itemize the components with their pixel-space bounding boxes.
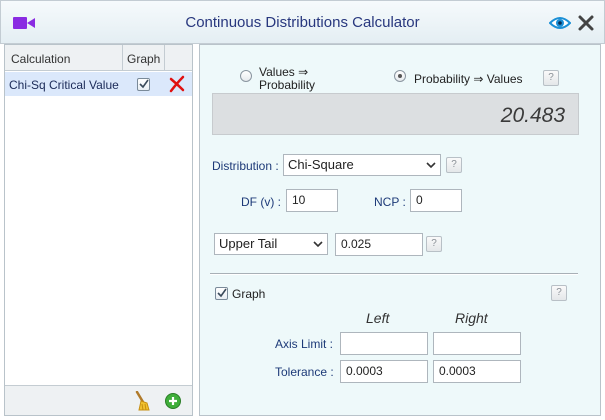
radio-values-to-probability[interactable]: [240, 70, 252, 82]
result-value: 20.483: [500, 104, 565, 127]
df-input[interactable]: 10: [286, 189, 338, 212]
header-divider: [122, 45, 123, 71]
probability-input[interactable]: 0.025: [335, 233, 423, 256]
delete-icon[interactable]: [168, 75, 186, 93]
calculator-panel: Values ⇒ Probability Probability ⇒ Value…: [199, 44, 601, 416]
calculation-list-panel: Calculation Graph Chi-Sq Critical Value: [4, 44, 193, 416]
axis-limit-left-input[interactable]: [340, 332, 428, 355]
chevron-down-icon: [313, 241, 323, 248]
ncp-input[interactable]: 0: [410, 189, 462, 212]
eye-icon[interactable]: [549, 15, 571, 31]
radio-probability-to-values[interactable]: [394, 70, 406, 82]
header-calculation: Calculation: [11, 52, 71, 66]
axis-limit-label: Axis Limit :: [275, 337, 334, 351]
title-bar: Continuous Distributions Calculator: [0, 0, 605, 44]
radio-values-to-probability-label: Values ⇒ Probability: [259, 66, 316, 92]
list-item-label: Chi-Sq Critical Value: [9, 78, 119, 92]
list-item[interactable]: Chi-Sq Critical Value: [5, 72, 192, 96]
distribution-selected-value: Chi-Square: [288, 157, 354, 172]
column-left-heading: Left: [366, 310, 390, 326]
tolerance-right-input[interactable]: 0.0003: [433, 360, 521, 383]
chevron-down-icon: [426, 162, 436, 169]
distribution-select[interactable]: Chi-Square: [283, 154, 441, 176]
graph-help-icon[interactable]: ?: [551, 285, 567, 301]
distribution-label: Distribution :: [212, 159, 279, 173]
header-graph: Graph: [127, 52, 161, 66]
tail-select[interactable]: Upper Tail: [214, 233, 328, 255]
graph-checkbox[interactable]: [215, 287, 228, 300]
axis-limit-right-input[interactable]: [433, 332, 521, 355]
tail-help-icon[interactable]: ?: [426, 236, 442, 252]
section-divider: [210, 273, 578, 275]
checkmark-icon: [217, 288, 227, 298]
tail-selected-value: Upper Tail: [219, 236, 278, 251]
close-icon[interactable]: [577, 14, 595, 32]
list-header: Calculation Graph: [5, 45, 192, 71]
header-divider: [164, 45, 165, 71]
window-title: Continuous Distributions Calculator: [185, 14, 420, 31]
distribution-help-icon[interactable]: ?: [446, 157, 462, 173]
tolerance-left-input[interactable]: 0.0003: [340, 360, 428, 383]
add-icon[interactable]: [165, 393, 181, 409]
graph-checkbox[interactable]: [137, 78, 150, 91]
radio-probability-to-values-label: Probability ⇒ Values: [414, 72, 523, 86]
graph-label: Graph: [232, 287, 266, 301]
list-footer: [5, 385, 192, 415]
ncp-label: NCP :: [374, 195, 406, 209]
mode-help-icon[interactable]: ?: [543, 70, 559, 86]
result-display: 20.483: [212, 93, 579, 135]
tolerance-label: Tolerance :: [275, 365, 334, 379]
column-right-heading: Right: [455, 310, 488, 326]
checkmark-icon: [139, 79, 149, 89]
df-label: DF (v) :: [241, 195, 281, 209]
broom-icon[interactable]: [133, 391, 151, 411]
